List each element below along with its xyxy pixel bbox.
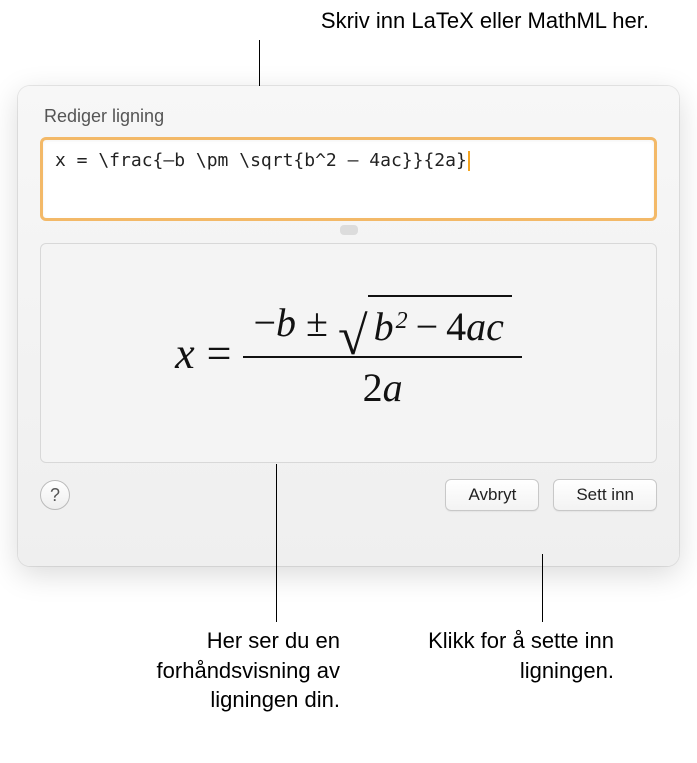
help-button[interactable]: ? [40, 480, 70, 510]
formula-fraction: − b ± √ b 2 −4ac 2 [243, 295, 521, 411]
formula-c: c [486, 304, 504, 349]
callout-insert-label: Klikk for å sette inn ligningen. [378, 626, 614, 685]
formula-denom-2: 2 [363, 365, 383, 410]
insert-button[interactable]: Sett inn [553, 479, 657, 511]
formula-b2: b [374, 303, 394, 350]
callout-preview-label: Her ser du en forhåndsvisning av ligning… [100, 626, 340, 715]
formula-minus4ac: −4ac [416, 303, 504, 350]
cancel-button[interactable]: Avbryt [445, 479, 539, 511]
callout-input-label: Skriv inn LaTeX eller MathML her. [321, 8, 649, 34]
dialog-title: Rediger ligning [44, 106, 657, 127]
radical-symbol: √ [338, 318, 368, 356]
formula-lhs: x [175, 328, 195, 379]
equation-editor-dialog: Rediger ligning x = \frac{–b \pm \sqrt{b… [18, 86, 679, 566]
button-group: Avbryt Sett inn [445, 479, 657, 511]
formula-sup2: 2 [396, 308, 408, 335]
text-cursor [468, 151, 470, 171]
formula-denom-a: a [383, 365, 403, 410]
formula-sqrt: √ b 2 −4ac [338, 295, 512, 350]
formula-4: 4 [446, 304, 466, 349]
rendered-formula: x = − b ± √ b 2 −4ac [175, 295, 522, 411]
formula-b1: b [276, 299, 296, 346]
input-text: x = \frac{–b \pm \sqrt{b^2 – 4ac}}{2a} [55, 150, 467, 171]
formula-radicand: b 2 −4ac [368, 295, 512, 350]
connector-nub [340, 225, 358, 235]
formula-plusminus: ± [306, 299, 328, 346]
equation-preview: x = − b ± √ b 2 −4ac [40, 243, 657, 463]
formula-negative: − [253, 299, 276, 346]
formula-a: a [466, 304, 486, 349]
panel-connector [40, 221, 657, 243]
latex-input[interactable]: x = \frac{–b \pm \sqrt{b^2 – 4ac}}{2a} [40, 137, 657, 221]
formula-equals: = [207, 328, 232, 379]
formula-numerator: − b ± √ b 2 −4ac [243, 295, 521, 358]
formula-minus: − [416, 304, 439, 349]
callout-line-insert [542, 554, 543, 622]
formula-denominator: 2a [363, 358, 403, 411]
dialog-footer: ? Avbryt Sett inn [40, 479, 657, 511]
callout-line-preview [276, 464, 277, 622]
